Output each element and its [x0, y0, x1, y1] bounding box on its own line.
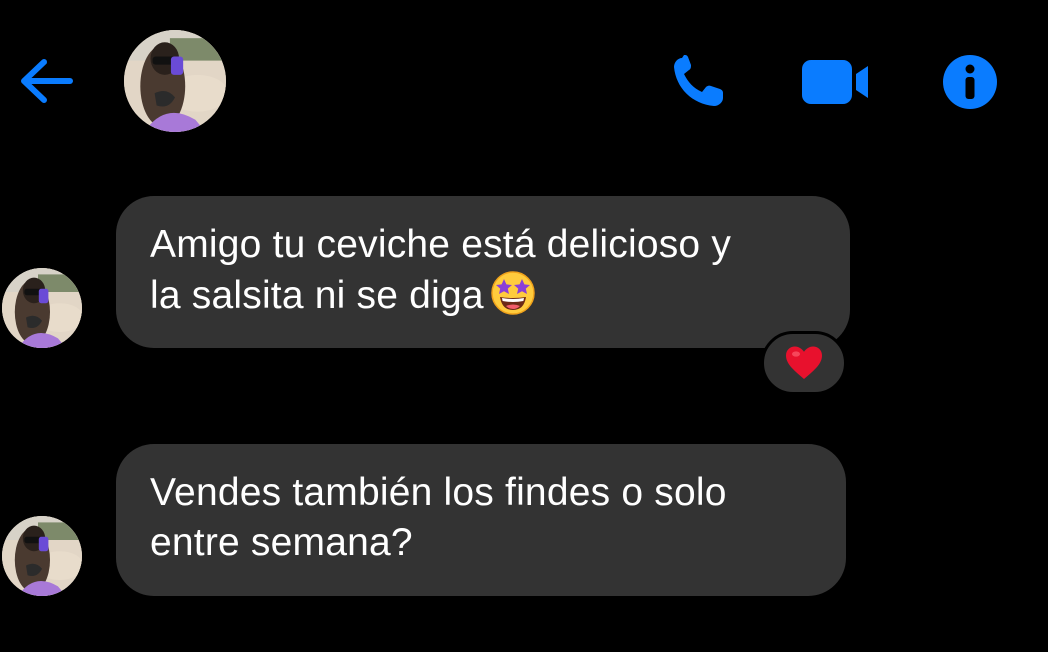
heart-emoji	[786, 346, 822, 379]
avatar-photo	[124, 30, 226, 132]
message-bubble[interactable]: Amigo tu ceviche está delicioso y la sal…	[116, 196, 850, 348]
contact-avatar[interactable]	[124, 30, 226, 132]
back-button[interactable]	[18, 55, 76, 107]
reaction-badge[interactable]	[761, 331, 847, 395]
arrow-left-icon	[21, 59, 73, 103]
sender-avatar[interactable]	[2, 268, 82, 348]
video-call-button[interactable]	[798, 54, 872, 110]
info-icon	[943, 55, 997, 109]
message-text: Amigo tu ceviche está delicioso y la sal…	[150, 223, 732, 317]
sender-avatar[interactable]	[2, 516, 82, 596]
message-bubble[interactable]: Vendes también los findes o solo entre s…	[116, 444, 846, 596]
chat-header	[0, 0, 1048, 160]
avatar-photo	[2, 268, 82, 348]
call-button[interactable]	[668, 52, 730, 112]
star-struck-emoji	[490, 270, 536, 316]
message-text: Vendes también los findes o solo entre s…	[150, 471, 727, 564]
video-camera-icon	[802, 60, 868, 104]
info-button[interactable]	[940, 54, 1000, 110]
phone-icon	[674, 55, 723, 106]
avatar-photo	[2, 516, 82, 596]
